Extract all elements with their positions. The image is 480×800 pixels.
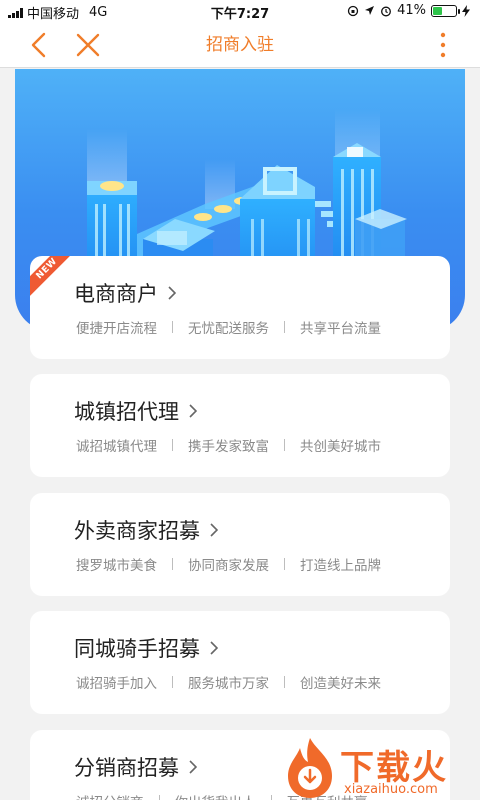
flame-logo-icon — [288, 738, 332, 798]
card-rider-recruitment[interactable]: 同城骑手招募 诚招骑手加入 服务城市万家 创造美好未来 — [30, 611, 450, 714]
tag-divider — [172, 558, 173, 570]
tag-divider — [172, 439, 173, 451]
card-title-text: 外卖商家招募 — [74, 519, 200, 543]
card-title-text: 分销商招募 — [74, 756, 179, 780]
card-ecommerce-merchant[interactable]: NEW 电商商户 便捷开店流程 无忧配送服务 共享平台流量 — [30, 256, 450, 359]
card-tags: 诚招骑手加入 服务城市万家 创造美好未来 — [76, 672, 381, 692]
card-title: 分销商招募 — [74, 752, 197, 782]
card-tag: 携手发家致富 — [188, 439, 269, 455]
card-tag: 共创美好城市 — [300, 439, 381, 455]
tag-divider — [158, 795, 160, 800]
more-button[interactable] — [428, 22, 458, 68]
tag-divider — [284, 439, 285, 451]
status-right: 41% — [347, 3, 470, 18]
card-tag: 无忧配送服务 — [188, 321, 269, 337]
charging-icon — [462, 4, 470, 17]
card-tags: 便捷开店流程 无忧配送服务 共享平台流量 — [76, 317, 381, 337]
watermark: 下载火 xiazaihuo.com — [282, 736, 480, 800]
chevron-right-icon — [189, 760, 197, 774]
card-title-text: 城镇招代理 — [74, 400, 179, 424]
orientation-lock-icon — [347, 5, 359, 16]
card-tag: 协同商家发展 — [188, 558, 269, 574]
new-badge: NEW — [30, 256, 77, 299]
card-title-text: 电商商户 — [74, 282, 158, 306]
chevron-right-icon — [168, 286, 176, 300]
card-title-text: 同城骑手招募 — [74, 637, 200, 661]
card-title: 城镇招代理 — [74, 396, 197, 426]
card-tag: 创造美好未来 — [300, 676, 381, 692]
tag-divider — [284, 321, 285, 333]
card-takeout-merchant[interactable]: 外卖商家招募 搜罗城市美食 协同商家发展 打造线上品牌 — [30, 493, 450, 596]
card-tag: 打造线上品牌 — [300, 558, 381, 574]
card-title: 外卖商家招募 — [74, 515, 218, 545]
tag-divider — [270, 795, 272, 800]
card-town-agent[interactable]: 城镇招代理 诚招城镇代理 携手发家致富 共创美好城市 — [30, 374, 450, 477]
tag-divider — [172, 676, 173, 688]
card-tag: 服务城市万家 — [188, 676, 269, 692]
card-tag: 诚招骑手加入 — [76, 676, 157, 692]
chevron-right-icon — [210, 641, 218, 655]
card-title: 电商商户 — [74, 278, 176, 308]
battery-icon — [431, 4, 460, 17]
page-title: 招商入驻 — [206, 35, 274, 55]
card-title: 同城骑手招募 — [74, 633, 218, 663]
card-tag: 你出货我出人 — [175, 791, 256, 800]
chevron-right-icon — [189, 404, 197, 418]
tag-divider — [172, 321, 173, 333]
card-tags: 搜罗城市美食 协同商家发展 打造线上品牌 — [76, 554, 381, 574]
watermark-url: xiazaihuo.com — [344, 782, 438, 797]
tag-divider — [284, 558, 285, 570]
tag-divider — [284, 676, 285, 688]
alarm-icon — [381, 6, 392, 16]
card-tag: 搜罗城市美食 — [76, 558, 157, 574]
battery-percent: 41% — [397, 3, 426, 18]
card-tag: 便捷开店流程 — [76, 321, 157, 337]
card-tag: 诚招城镇代理 — [76, 439, 157, 455]
card-tag: 共享平台流量 — [300, 321, 381, 337]
card-tags: 诚招城镇代理 携手发家致富 共创美好城市 — [76, 435, 381, 455]
chevron-right-icon — [210, 523, 218, 537]
location-icon — [365, 6, 375, 15]
status-bar: 中国移动 4G 下午7:27 41% — [0, 0, 480, 22]
card-tag: 诚招分销商 — [76, 791, 144, 800]
more-vertical-icon — [440, 32, 446, 58]
nav-bar: 招商入驻 — [0, 22, 480, 68]
